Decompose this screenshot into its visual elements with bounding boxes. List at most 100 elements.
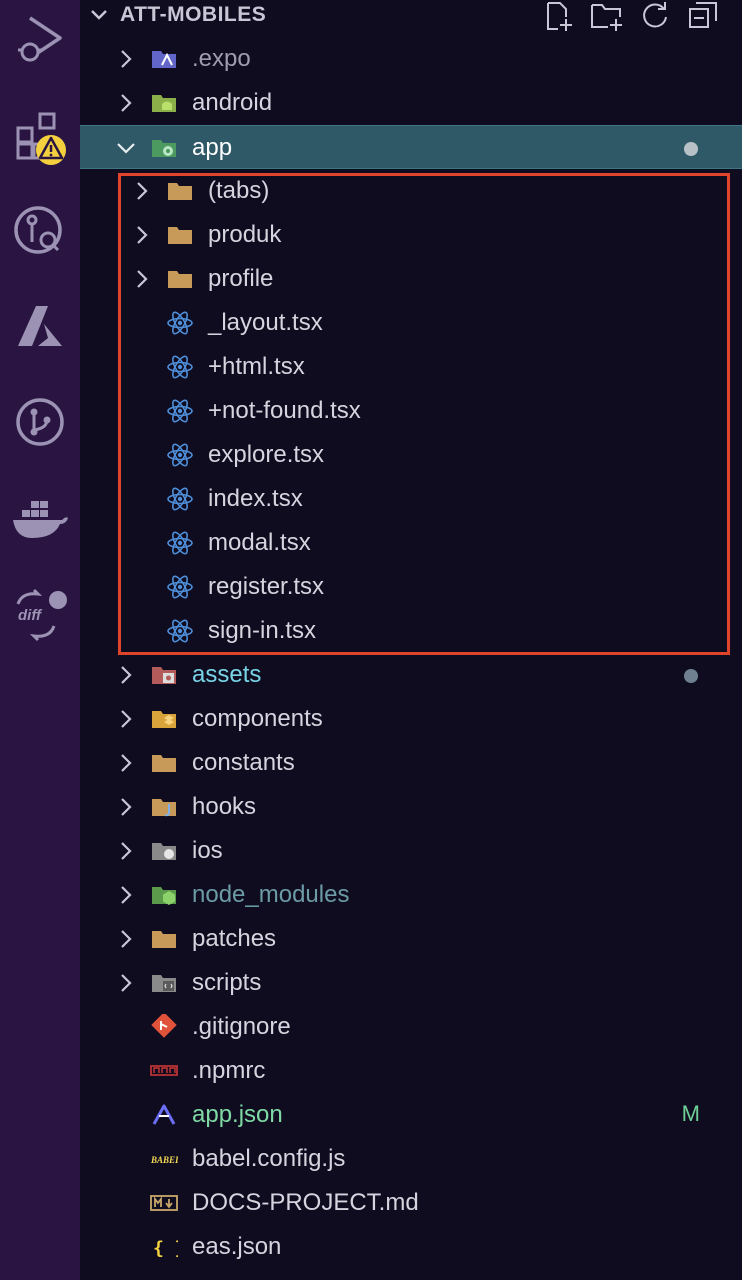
- tree-item-node-modules[interactable]: node_modules: [80, 873, 742, 917]
- new-folder-icon: [591, 4, 622, 31]
- tree-item-label: android: [192, 89, 273, 116]
- tree-item-hooks[interactable]: hooks: [80, 785, 742, 829]
- tree-item-label: modal.tsx: [208, 529, 311, 556]
- extensions-warning-icon[interactable]: [0, 108, 80, 168]
- new-folder-button[interactable]: [590, 0, 624, 32]
- ios-folder-icon: [150, 838, 178, 864]
- tree-item-patches[interactable]: patches: [80, 917, 742, 961]
- tree-item-label: babel.config.js: [192, 1145, 346, 1172]
- tree-item-npmrc[interactable]: .npmrc: [80, 1049, 742, 1093]
- tree-item-expo[interactable]: .expo: [80, 37, 742, 81]
- diff-icon[interactable]: diff: [0, 584, 80, 644]
- tree-item-label: .expo: [192, 45, 251, 72]
- tree-item-profile[interactable]: profile: [80, 257, 742, 301]
- collapse-all-icon: [689, 2, 717, 28]
- tree-item-app-json[interactable]: app.json M: [80, 1093, 742, 1137]
- git-status-badge: M: [681, 1101, 700, 1126]
- tree-item-label: eas.json: [192, 1233, 282, 1260]
- chevron-right-icon[interactable]: [132, 224, 152, 246]
- chevron-right-icon[interactable]: [116, 840, 136, 862]
- tree-item-ios[interactable]: ios: [80, 829, 742, 873]
- tree-item-label: register.tsx: [208, 573, 325, 600]
- explorer-section-header[interactable]: ATT-MOBILES: [80, 0, 742, 32]
- tree-item-label: produk: [208, 221, 282, 248]
- azure-icon[interactable]: [0, 296, 80, 356]
- tree-item-label: .gitignore: [192, 1013, 291, 1040]
- chevron-right-icon[interactable]: [116, 752, 136, 774]
- tree-item-label: patches: [192, 925, 277, 952]
- tree-item-produk[interactable]: produk: [80, 213, 742, 257]
- react-icon: [166, 574, 194, 600]
- run-debug-icon[interactable]: [0, 8, 80, 68]
- chevron-right-icon[interactable]: [116, 708, 136, 730]
- chevron-down-icon[interactable]: [116, 137, 136, 159]
- tree-item-html-tsx[interactable]: +html.tsx: [80, 345, 742, 389]
- chevron-right-icon[interactable]: [116, 928, 136, 950]
- folder-icon: [166, 222, 194, 248]
- tree-item-label: app: [192, 134, 233, 161]
- babel-icon: BABEL: [150, 1146, 181, 1172]
- node-modules-folder-icon: [150, 882, 178, 908]
- tree-item-components[interactable]: components: [80, 697, 742, 741]
- android-folder-icon: [150, 90, 178, 116]
- chevron-down-icon: [91, 10, 107, 20]
- tree-item-index-tsx[interactable]: index.tsx: [80, 477, 742, 521]
- tree-item-docs-project-md[interactable]: DOCS-PROJECT.md: [80, 1181, 742, 1225]
- tree-item-scripts[interactable]: scripts: [80, 961, 742, 1005]
- react-icon: [166, 618, 194, 644]
- modified-dot: [684, 142, 698, 156]
- refresh-icon: [643, 2, 667, 28]
- tree-item-eas-json[interactable]: { } eas.json: [80, 1225, 742, 1269]
- folder-icon: [150, 926, 178, 952]
- tree-item-tabs[interactable]: (tabs): [80, 169, 742, 213]
- tree-item-app[interactable]: app: [80, 125, 742, 169]
- tree-item-label: node_modules: [192, 881, 350, 908]
- react-icon: [166, 530, 194, 556]
- chevron-right-icon[interactable]: [132, 180, 152, 202]
- react-icon: [166, 354, 194, 380]
- tree-item-assets[interactable]: assets: [80, 653, 742, 697]
- tree-item-babel-config-js[interactable]: BABEL babel.config.js: [80, 1137, 742, 1181]
- chevron-right-icon[interactable]: [132, 268, 152, 290]
- svg-text:diff: diff: [18, 607, 43, 624]
- react-icon: [166, 398, 194, 424]
- activity-bar: diff: [0, 0, 80, 1280]
- chevron-right-icon[interactable]: [116, 884, 136, 906]
- svg-text:{ }: { }: [153, 1238, 178, 1259]
- tree-item-label: +not-found.tsx: [208, 397, 361, 424]
- tree-item-constants[interactable]: constants: [80, 741, 742, 785]
- folder-icon: [166, 178, 194, 204]
- react-icon: [166, 442, 194, 468]
- expo-folder-icon: [150, 46, 178, 72]
- refresh-button[interactable]: [638, 0, 672, 32]
- chevron-right-icon[interactable]: [116, 48, 136, 70]
- tree-item-gitignore[interactable]: .gitignore: [80, 1005, 742, 1049]
- git-graph-icon[interactable]: [0, 392, 80, 452]
- tree-item-explore-tsx[interactable]: explore.tsx: [80, 433, 742, 477]
- tree-item-register-tsx[interactable]: register.tsx: [80, 565, 742, 609]
- tree-item-label: index.tsx: [208, 485, 303, 512]
- tree-item-layout-tsx[interactable]: _layout.tsx: [80, 301, 742, 345]
- modified-dot: [684, 669, 698, 683]
- chevron-right-icon[interactable]: [116, 972, 136, 994]
- chevron-right-icon[interactable]: [116, 664, 136, 686]
- tree-item-label: app.json: [192, 1101, 283, 1128]
- npm-icon: [150, 1058, 178, 1084]
- tree-item-sign-in-tsx[interactable]: sign-in.tsx: [80, 609, 742, 653]
- expo-icon: [150, 1102, 178, 1128]
- chevron-right-icon[interactable]: [116, 92, 136, 114]
- tree-item-label: DOCS-PROJECT.md: [192, 1189, 419, 1216]
- new-file-button[interactable]: [542, 0, 576, 32]
- source-control-search-icon[interactable]: [0, 200, 80, 260]
- tree-item-label: hooks: [192, 793, 257, 820]
- react-icon: [166, 486, 194, 512]
- tree-item-android[interactable]: android: [80, 81, 742, 125]
- tree-item-modal-tsx[interactable]: modal.tsx: [80, 521, 742, 565]
- explorer-actions: [542, 0, 720, 32]
- collapse-all-button[interactable]: [686, 0, 720, 32]
- tree-item-not-found-tsx[interactable]: +not-found.tsx: [80, 389, 742, 433]
- docker-icon[interactable]: [0, 490, 80, 550]
- markdown-icon: [150, 1190, 178, 1216]
- chevron-right-icon[interactable]: [116, 796, 136, 818]
- tree-item-label: constants: [192, 749, 295, 776]
